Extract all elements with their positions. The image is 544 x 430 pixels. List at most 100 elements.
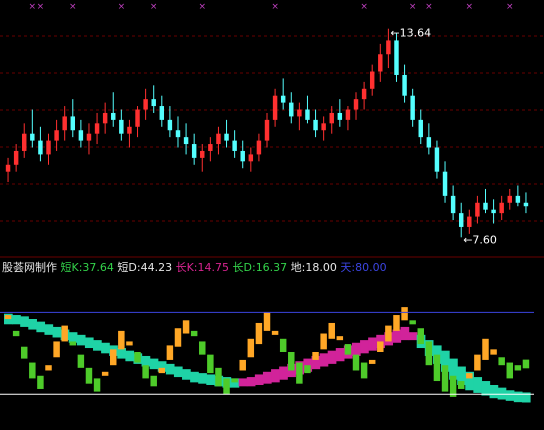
short-bar bbox=[514, 365, 522, 371]
candle-body bbox=[475, 202, 480, 217]
candle-body bbox=[418, 119, 423, 138]
legend-item: 天:80.00 bbox=[337, 261, 387, 274]
candle-body bbox=[30, 133, 35, 141]
candle-body bbox=[426, 137, 432, 148]
candle-body bbox=[22, 133, 27, 151]
long-band-bar bbox=[149, 358, 159, 370]
short-bar bbox=[288, 352, 295, 371]
candle-body bbox=[402, 74, 407, 96]
long-band-bar bbox=[28, 319, 37, 330]
candle-body bbox=[280, 95, 286, 103]
long-band-bar bbox=[327, 350, 337, 364]
long-band-bar bbox=[335, 348, 345, 362]
candle-body bbox=[378, 54, 383, 72]
candle-body bbox=[5, 164, 11, 172]
short-bar bbox=[312, 352, 319, 360]
short-bar bbox=[69, 341, 77, 346]
long-band-bar bbox=[84, 337, 94, 349]
long-band-bar bbox=[368, 337, 377, 351]
candle-body bbox=[86, 133, 92, 141]
candle-body bbox=[54, 130, 59, 141]
short-bar bbox=[466, 373, 473, 379]
long-band-bar bbox=[279, 366, 288, 380]
long-band-bar bbox=[489, 385, 499, 399]
short-bar bbox=[101, 371, 109, 376]
candle-body bbox=[305, 109, 310, 120]
candle-body bbox=[289, 102, 294, 117]
long-band-bar bbox=[473, 377, 483, 393]
short-bar bbox=[344, 344, 352, 355]
short-bar bbox=[449, 375, 457, 397]
candle-body bbox=[313, 119, 318, 131]
candle-body bbox=[208, 144, 213, 151]
candle-body bbox=[386, 40, 391, 55]
short-bar bbox=[441, 365, 449, 392]
short-bar bbox=[506, 362, 514, 379]
candle-body bbox=[515, 195, 521, 203]
candle-body bbox=[111, 112, 116, 120]
top-marker: × bbox=[506, 2, 514, 12]
long-band-bar bbox=[190, 371, 199, 383]
long-band-bar bbox=[206, 374, 215, 385]
long-band-bar bbox=[351, 342, 361, 356]
short-bar bbox=[29, 362, 36, 379]
candle-body bbox=[135, 109, 140, 127]
candle-body bbox=[523, 202, 529, 207]
candle-body bbox=[62, 116, 67, 131]
candle-body bbox=[321, 123, 326, 131]
short-bar bbox=[377, 341, 384, 352]
candle-body bbox=[329, 112, 334, 124]
candle-body bbox=[119, 119, 124, 134]
long-band-bar bbox=[505, 390, 515, 401]
candle-body bbox=[297, 109, 302, 117]
candle-body bbox=[200, 150, 205, 158]
candle-body bbox=[410, 95, 415, 120]
short-bar bbox=[336, 336, 344, 341]
long-band-bar bbox=[141, 355, 151, 367]
candle-body bbox=[256, 140, 262, 155]
short-bar bbox=[182, 320, 190, 334]
short-bar bbox=[401, 307, 408, 321]
short-bar bbox=[53, 341, 60, 358]
long-band-bar bbox=[360, 340, 369, 354]
candle-body bbox=[13, 150, 19, 165]
long-band-bar bbox=[408, 332, 418, 341]
legend-item: 短D:44.23 bbox=[114, 260, 172, 274]
candle-body bbox=[46, 140, 51, 155]
short-bar bbox=[37, 375, 44, 389]
long-band-bar bbox=[93, 340, 102, 351]
long-band-bar bbox=[497, 387, 507, 400]
candle-body bbox=[183, 137, 189, 145]
candle-body bbox=[159, 106, 165, 120]
candle-body bbox=[70, 116, 76, 131]
short-bar bbox=[433, 354, 441, 382]
long-band-bar bbox=[165, 363, 175, 375]
short-bar bbox=[45, 365, 52, 371]
long-band-bar bbox=[198, 373, 207, 384]
long-band-bar bbox=[254, 374, 264, 385]
short-bar bbox=[12, 330, 20, 337]
short-bar bbox=[328, 322, 335, 339]
short-bar bbox=[134, 352, 141, 363]
candle-body bbox=[442, 171, 448, 196]
top-markers: × × × × × × × × × × × × bbox=[29, 2, 514, 12]
candle-body bbox=[143, 99, 148, 110]
top-marker: × bbox=[409, 2, 417, 12]
short-bar bbox=[85, 367, 93, 384]
short-bar bbox=[271, 330, 279, 335]
top-marker: × bbox=[29, 2, 37, 12]
candle-body bbox=[434, 147, 440, 172]
long-band-bar bbox=[392, 329, 402, 343]
long-band-bar bbox=[246, 377, 256, 387]
long-band-bar bbox=[76, 334, 86, 346]
short-bar bbox=[199, 341, 206, 355]
short-bar bbox=[77, 354, 85, 368]
candle-body bbox=[394, 40, 399, 75]
long-band-bar bbox=[12, 315, 21, 325]
candle-body bbox=[483, 202, 488, 210]
short-bar bbox=[231, 378, 238, 383]
long-band-bar bbox=[125, 350, 135, 362]
short-bar bbox=[4, 315, 12, 320]
candle-body bbox=[167, 119, 173, 131]
annotation-high: ←13.64 bbox=[390, 27, 431, 40]
